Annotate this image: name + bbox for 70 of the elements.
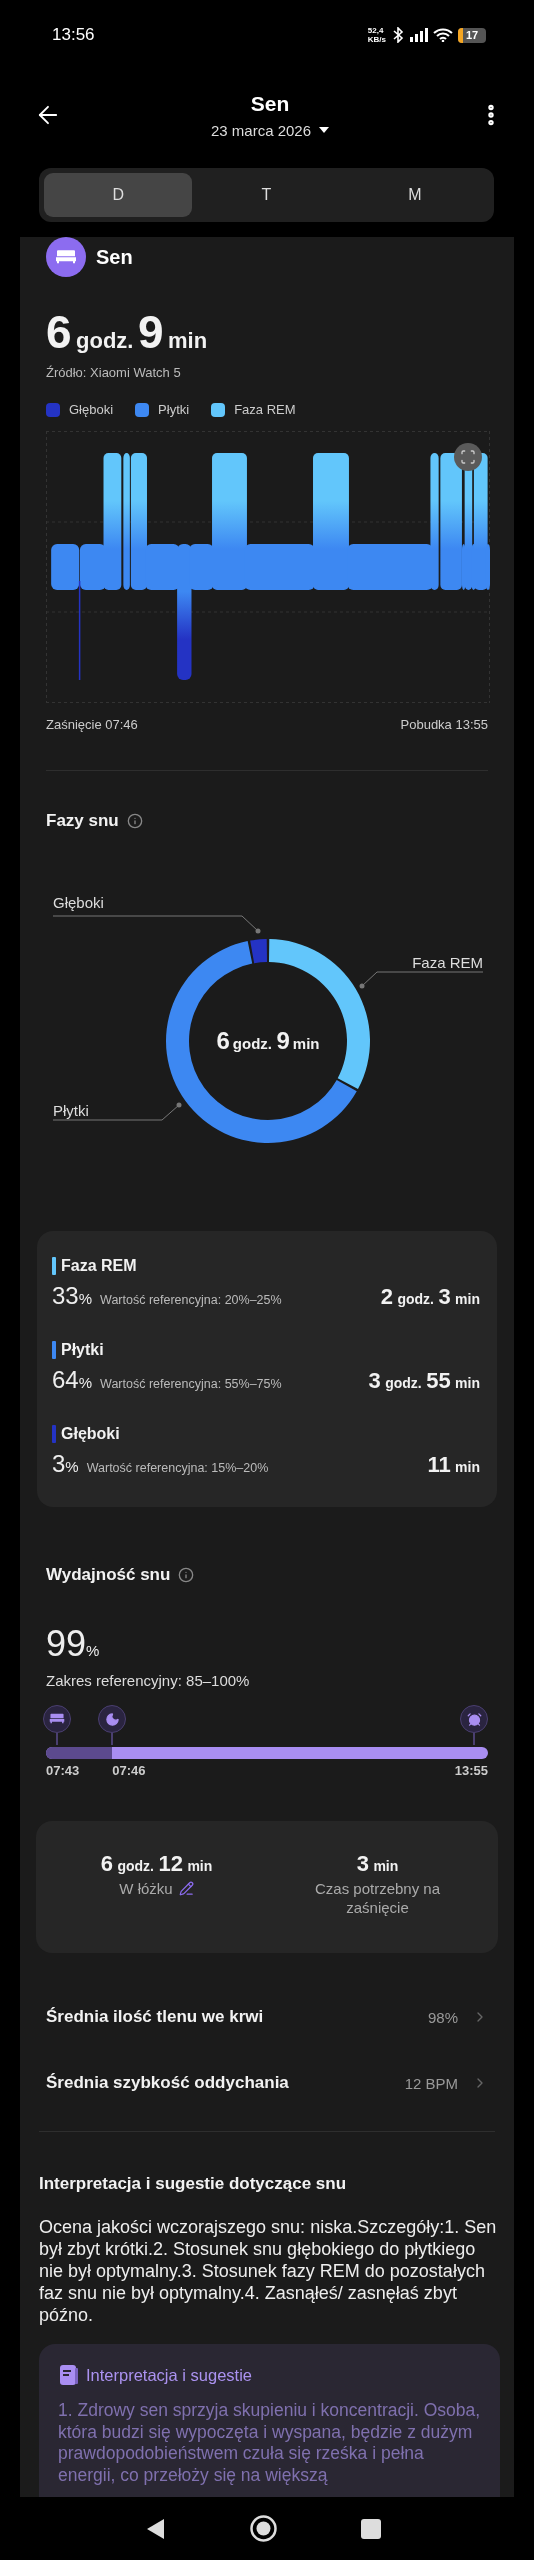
timeline-time: 07:46: [112, 1763, 146, 1778]
wake-time: Pobudka 13:55: [400, 717, 488, 732]
home-nav-icon[interactable]: [249, 2515, 277, 2542]
timeline-time: 13:55: [454, 1763, 488, 1778]
caret-icon: [319, 127, 330, 133]
section-title: Interpretacja i sugestie dotyczące snu: [39, 2174, 347, 2194]
suggestion-text: 1. Zdrowy sen sprzyja skupieniu i koncentracji. Osoba, która budzi się wypoczęta i wyspana, będzie z dużym prawdopodobieństwem czuła się rześka i pełna energii, co przełoży się na większą: [58, 2400, 482, 2486]
reference-range: Wartość referencyjna: 15%–20%: [86, 1461, 269, 1475]
phase-name: Płytki: [61, 1341, 104, 1359]
moon-pin-icon: [98, 1705, 127, 1745]
wifi-icon: [433, 28, 453, 42]
reference-range: Zakres referencyjny: 85–100%: [46, 1672, 251, 1689]
document-icon: [58, 2364, 80, 2386]
page-title: Sen: [250, 91, 290, 116]
card-title: Sen: [96, 245, 133, 269]
phase-percent: 64%: [52, 1365, 93, 1395]
metric-row[interactable]: Średnia ilość tlenu we krwi 98%: [46, 2007, 488, 2027]
stat-value: 6 godz. 12 min: [100, 1851, 213, 1877]
legend-label: Głęboki: [69, 402, 114, 417]
period-tab[interactable]: M: [340, 173, 489, 217]
period-tab[interactable]: D: [44, 173, 193, 217]
info-icon[interactable]: [126, 813, 143, 829]
phase-duration: 2 godz. 3 min: [380, 1284, 480, 1310]
status-time: 13:56: [52, 25, 95, 45]
reference-range: Wartość referencyjna: 20%–25%: [100, 1293, 282, 1307]
phase-name: Faza REM: [61, 1257, 137, 1275]
phase-percent: 33%: [52, 1281, 93, 1311]
phase-name: Głęboki: [61, 1425, 120, 1443]
metric-row[interactable]: Średnia szybkość oddychania 12 BPM: [46, 2073, 488, 2093]
slice-label: Faza REM: [412, 954, 483, 971]
light-stage-bar: [461, 544, 466, 590]
stat-value: 3 min: [356, 1851, 399, 1877]
period-tab[interactable]: T: [192, 173, 341, 217]
network-speed: 52,4 KB/s: [367, 26, 386, 44]
bed-icon: [46, 237, 86, 277]
reference-range: Wartość referencyjna: 55%–75%: [100, 1377, 282, 1391]
timeline-time: 07:43: [46, 1763, 80, 1778]
bed-pin-icon: [43, 1705, 71, 1745]
stat-label: W łóżku: [119, 1879, 173, 1898]
battery-indicator: 17: [458, 27, 486, 43]
section-title: Fazy snu: [46, 811, 119, 831]
efficiency-value: 99%: [46, 1622, 100, 1666]
date-picker[interactable]: 23 marca 2026: [210, 121, 330, 139]
info-icon[interactable]: [178, 1567, 195, 1583]
section-title: Wydajność snu: [46, 1565, 171, 1585]
light-stage-bar: [485, 544, 490, 590]
light-stage-bar: [79, 544, 106, 590]
stat-label: Czas potrzebny na zaśnięcie: [313, 1879, 442, 1917]
phase-percent: 3%: [52, 1449, 79, 1479]
slice-label: Głęboki: [53, 894, 104, 911]
alarm-pin-icon: [460, 1705, 488, 1745]
legend-label: Faza REM: [234, 402, 296, 417]
legend-label: Płytki: [158, 402, 190, 417]
phase-duration: 11 min: [427, 1452, 480, 1478]
expand-button[interactable]: [454, 443, 482, 471]
bluetooth-icon: [391, 27, 405, 43]
interpretation-text: Ocena jakości wczorajszego snu: niska.Szczegóły:1. Sen był zbyt krótki.2. Stosunek snu głębokiego do płytkiego nie był optymalny.3. Stosunek fazy REM do pozostałych faz snu nie był optymalny.4. Zasnąłeś/ zasnęłaś zbyt późno.: [39, 2216, 498, 2326]
back-nav-icon[interactable]: [145, 2517, 166, 2540]
sleep-duration: 6 godz.9 min: [46, 305, 209, 359]
light-stage-bar: [51, 544, 80, 590]
source-text: Źródło: Xiaomi Watch 5: [46, 365, 182, 380]
phase-duration: 3 godz. 55 min: [368, 1368, 480, 1394]
edit-icon[interactable]: [178, 1881, 194, 1896]
suggestion-title: Interpretacja i sugestie: [86, 2365, 252, 2385]
sleep-start-time: Zaśnięcie 07:46: [46, 717, 138, 732]
recents-nav-icon[interactable]: [360, 2518, 381, 2539]
slice-label: Płytki: [53, 1102, 89, 1119]
signal-icon: [410, 28, 428, 42]
expand-icon: [460, 449, 476, 465]
donut-center-value: 6 godz. 9 min: [216, 1027, 320, 1054]
